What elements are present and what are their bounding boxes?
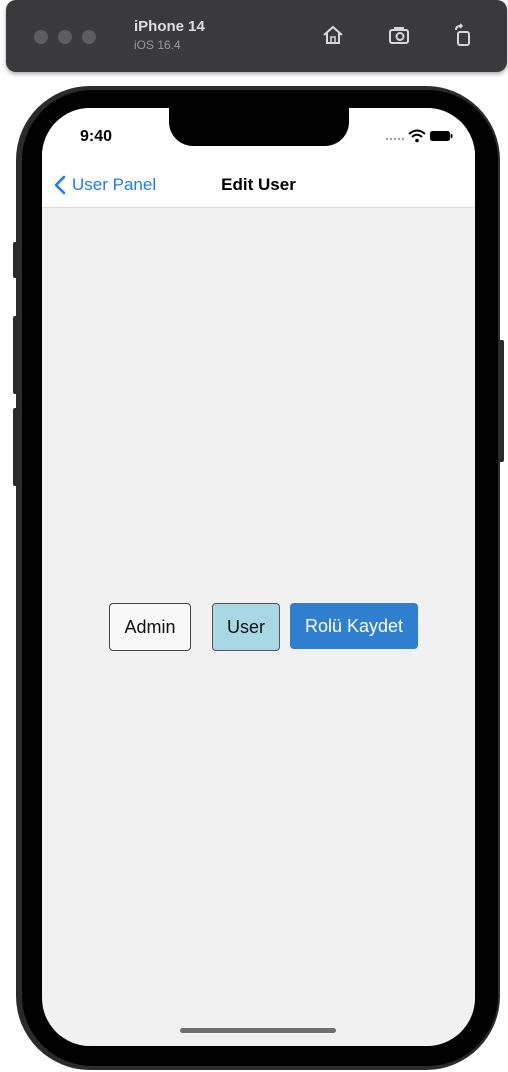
device-name: iPhone 14: [134, 18, 205, 35]
mute-switch: [13, 242, 19, 278]
power-button: [498, 340, 504, 462]
os-version: iOS 16.4: [134, 38, 181, 52]
status-icons: [385, 129, 453, 143]
window-zoom-dot[interactable]: [82, 30, 96, 44]
device-notch: [169, 108, 349, 146]
screenshot-icon[interactable]: [386, 22, 412, 48]
page-title: Edit User: [221, 175, 296, 194]
home-indicator[interactable]: [180, 1028, 336, 1033]
save-role-button[interactable]: Rolü Kaydet: [290, 603, 418, 649]
volume-up-button: [13, 316, 19, 394]
role-user-button[interactable]: User: [212, 603, 280, 651]
rotate-icon[interactable]: [450, 22, 476, 48]
wifi-icon: [408, 129, 426, 143]
simulator-toolbar: iPhone 14 iOS 16.4: [6, 0, 507, 72]
home-icon[interactable]: [320, 22, 346, 48]
navigation-header: 9:40 User Panel Edit User: [42, 108, 475, 208]
window-close-dot[interactable]: [34, 30, 48, 44]
status-time: 9:40: [80, 128, 113, 145]
signal-dots-icon: [385, 137, 405, 141]
volume-down-button: [13, 408, 19, 486]
role-admin-button[interactable]: Admin: [109, 603, 191, 651]
app-screen: 9:40 User Panel Edit User Admin User Rol…: [42, 108, 475, 1046]
window-minimize-dot[interactable]: [58, 30, 72, 44]
battery-icon: [430, 131, 453, 141]
